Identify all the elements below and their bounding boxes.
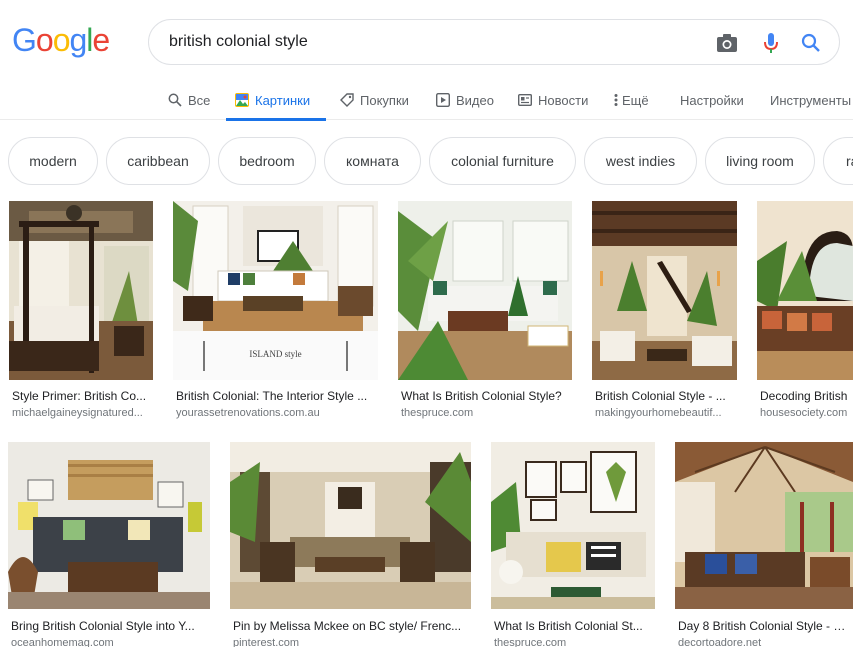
chip-label: bedroom <box>239 153 295 169</box>
image-result[interactable]: Style Primer: British Co... michaelgaine… <box>9 201 153 421</box>
chip-more[interactable]: ra <box>823 137 853 185</box>
result-title[interactable]: What Is British Colonial Style? <box>401 388 571 404</box>
result-source[interactable]: thespruce.com <box>494 636 654 647</box>
chip-label: west indies <box>605 153 676 169</box>
result-source[interactable]: michaelgaineysignatured... <box>12 406 152 420</box>
result-source[interactable]: yourassetrenovations.com.au <box>176 406 376 420</box>
chip-west-indies[interactable]: west indies <box>584 137 697 185</box>
image-result[interactable]: Pin by Melissa Mckee on BC style/ Frenc.… <box>230 442 471 647</box>
result-source[interactable]: housesociety.com <box>760 406 853 420</box>
result-source[interactable]: thespruce.com <box>401 406 571 420</box>
result-thumbnail[interactable] <box>230 442 471 609</box>
tab-label: Картинки <box>255 92 311 108</box>
result-thumbnail[interactable]: ISLAND style <box>173 201 378 380</box>
image-result[interactable]: Day 8 British Colonial Style - Dec decor… <box>675 442 853 647</box>
tab-label: Видео <box>456 92 494 108</box>
result-thumbnail[interactable] <box>491 442 655 609</box>
result-title[interactable]: British Colonial Style - ... <box>595 388 737 404</box>
image-caption: ISLAND style <box>249 349 302 359</box>
result-title[interactable]: Decoding British <box>760 388 853 404</box>
image-icon <box>235 93 249 107</box>
tab-shopping[interactable]: Покупки <box>340 80 409 120</box>
tab-video[interactable]: Видео <box>436 80 494 120</box>
chip-label: caribbean <box>127 153 189 169</box>
chip-label: colonial furniture <box>451 153 554 169</box>
search-icon[interactable] <box>799 31 823 55</box>
related-searches-chips: modern caribbean bedroom комната colonia… <box>0 137 853 185</box>
chip-label: modern <box>29 153 77 169</box>
logo-letter: G <box>12 22 37 58</box>
tab-label: Новости <box>538 92 589 108</box>
result-thumbnail[interactable] <box>9 201 153 380</box>
tab-settings[interactable]: Настройки <box>680 80 744 120</box>
search-tabs: Все Картинки Покупки Видео Новости Ещё Н… <box>0 80 853 121</box>
tab-images[interactable]: Картинки <box>226 80 326 121</box>
news-icon <box>518 93 532 107</box>
image-result[interactable]: What Is British Colonial St... thespruce… <box>491 442 655 647</box>
result-title[interactable]: Pin by Melissa Mckee on BC style/ Frenc.… <box>233 618 471 634</box>
play-icon <box>436 93 450 107</box>
tab-tools[interactable]: Инструменты <box>770 80 851 120</box>
tab-label: Покупки <box>360 92 409 108</box>
microphone-icon[interactable] <box>759 31 783 55</box>
result-title[interactable]: What Is British Colonial St... <box>494 618 654 634</box>
tab-more[interactable]: Ещё <box>614 80 649 120</box>
tag-icon <box>340 93 354 107</box>
image-result[interactable]: Bring British Colonial Style into Y... o… <box>8 442 210 647</box>
image-result[interactable]: ISLAND style British Colonial: The Inter… <box>173 201 378 421</box>
result-title[interactable]: British Colonial: The Interior Style ... <box>176 388 376 404</box>
chip-label: ra <box>846 153 853 169</box>
chip-komnata[interactable]: комната <box>324 137 421 185</box>
chip-caribbean[interactable]: caribbean <box>106 137 210 185</box>
image-result[interactable]: What Is British Colonial Style? thespruc… <box>398 201 572 421</box>
search-icon <box>168 93 182 107</box>
image-result[interactable]: Decoding British housesociety.com <box>757 201 853 421</box>
chip-bedroom[interactable]: bedroom <box>218 137 316 185</box>
logo-letter: o <box>52 22 71 58</box>
search-box[interactable] <box>148 19 840 65</box>
tab-news[interactable]: Новости <box>518 80 588 120</box>
result-source[interactable]: decortoadore.net <box>678 636 853 647</box>
more-vert-icon <box>614 93 618 107</box>
result-thumbnail[interactable] <box>398 201 572 380</box>
result-title[interactable]: Day 8 British Colonial Style - Dec <box>678 618 853 634</box>
camera-icon[interactable] <box>715 31 739 55</box>
chip-modern[interactable]: modern <box>8 137 98 185</box>
chip-label: комната <box>346 153 399 169</box>
tab-label: Ещё <box>622 92 649 108</box>
result-thumbnail[interactable] <box>757 201 853 380</box>
chip-living-room[interactable]: living room <box>705 137 815 185</box>
logo-letter: g <box>69 22 87 58</box>
result-source[interactable]: pinterest.com <box>233 636 471 647</box>
google-logo[interactable]: Google <box>12 22 110 58</box>
tab-label: Все <box>188 92 211 108</box>
result-thumbnail[interactable] <box>8 442 210 609</box>
result-source[interactable]: makingyourhomebeautif... <box>595 406 737 420</box>
result-source[interactable]: oceanhomemag.com <box>11 636 209 647</box>
logo-letter: o <box>35 22 54 58</box>
result-title[interactable]: Style Primer: British Co... <box>12 388 152 404</box>
result-title[interactable]: Bring British Colonial Style into Y... <box>11 618 209 634</box>
chip-label: living room <box>726 153 794 169</box>
result-thumbnail[interactable] <box>675 442 853 609</box>
chip-colonial-furniture[interactable]: colonial furniture <box>429 137 576 185</box>
search-input[interactable] <box>169 20 689 64</box>
image-result[interactable]: British Colonial Style - ... makingyourh… <box>592 201 737 421</box>
result-thumbnail[interactable] <box>592 201 737 380</box>
tab-label: Инструменты <box>770 92 852 108</box>
logo-letter: e <box>92 22 110 58</box>
tab-label: Настройки <box>680 92 744 108</box>
tab-all[interactable]: Все <box>168 80 210 120</box>
